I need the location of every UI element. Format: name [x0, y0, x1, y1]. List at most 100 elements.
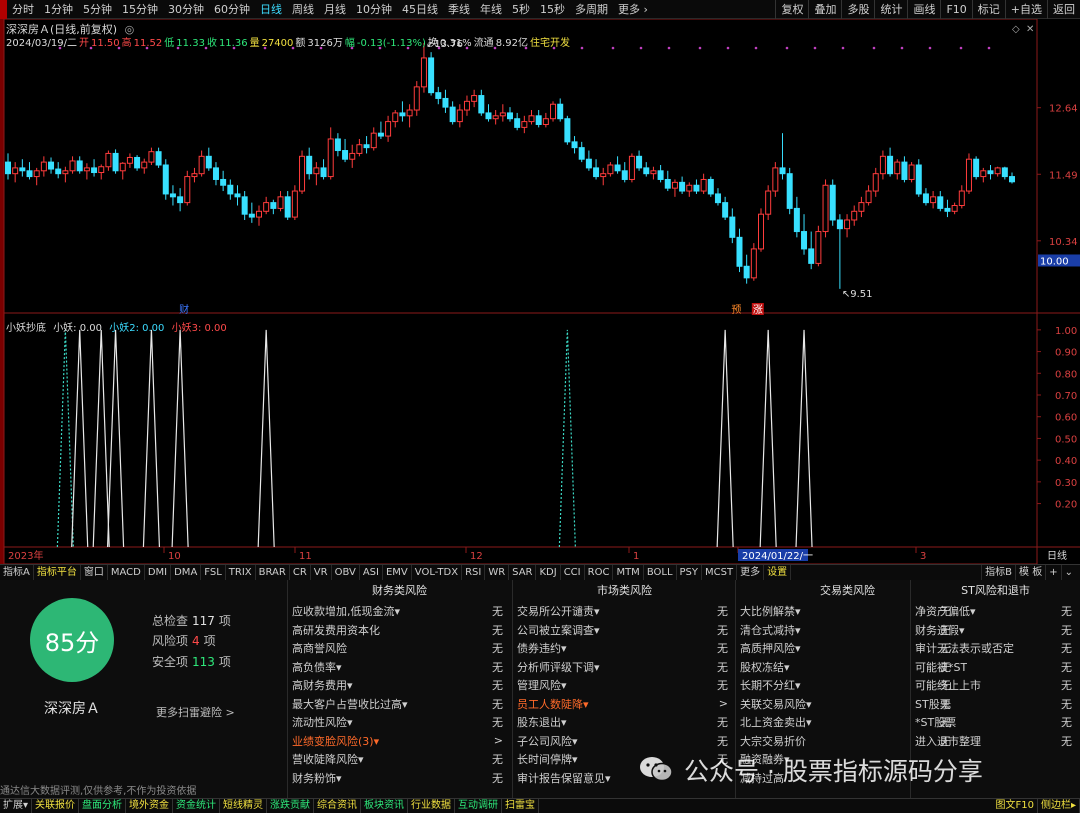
- more-risk-link[interactable]: 更多扫雷避险 >: [156, 704, 235, 720]
- indicator-tab[interactable]: CR: [290, 565, 311, 580]
- risk-row[interactable]: 管理风险▾ 无: [513, 676, 736, 695]
- indicator-tab[interactable]: OBV: [332, 565, 360, 580]
- status-bar-right-item[interactable]: 侧边栏▸: [1038, 799, 1080, 813]
- indicator-tab[interactable]: MCST: [702, 565, 738, 580]
- risk-row[interactable]: 可能被*ST 无: [911, 658, 1080, 677]
- indicator-tab[interactable]: 窗口: [81, 565, 108, 580]
- risk-row[interactable]: 员工人数陡降▾ >: [513, 695, 736, 714]
- indicator-tab[interactable]: ROC: [585, 565, 614, 580]
- risk-row[interactable]: 分析师评级下调▾ 无: [513, 658, 736, 677]
- indicator-tab[interactable]: MTM: [613, 565, 644, 580]
- status-bar-item[interactable]: 关联报价: [32, 799, 80, 813]
- risk-row[interactable]: 高商誉风险 无: [288, 639, 511, 658]
- timeframe-tab[interactable]: 周线: [287, 1, 319, 17]
- risk-row[interactable]: *ST股票 无: [911, 713, 1080, 732]
- status-bar-right-item[interactable]: 图文F10: [992, 799, 1038, 813]
- indicator-tab[interactable]: TRIX: [226, 565, 256, 580]
- risk-row[interactable]: 交易所公开谴责▾ 无: [513, 602, 736, 621]
- indicator-tab[interactable]: DMI: [145, 565, 172, 580]
- status-bar-item[interactable]: 盘面分析: [79, 799, 127, 813]
- timeframe-tab[interactable]: 15秒: [535, 1, 570, 17]
- timeframe-tab[interactable]: 分时: [7, 1, 39, 17]
- risk-row[interactable]: 公司被立案调查▾ 无: [513, 621, 736, 640]
- status-bar-item[interactable]: 扫雷宝: [502, 799, 540, 813]
- indicator-tab-control[interactable]: ⌄: [1060, 565, 1076, 580]
- chart-tool-button[interactable]: +自选: [1004, 0, 1047, 19]
- status-bar-item[interactable]: 互动调研: [455, 799, 503, 813]
- indicator-tab[interactable]: RSI: [462, 565, 486, 580]
- timeframe-tab[interactable]: 15分钟: [117, 1, 163, 17]
- indicator-tab[interactable]: PSY: [677, 565, 703, 580]
- timeframe-tab[interactable]: 1分钟: [39, 1, 78, 17]
- indicator-tab[interactable]: SAR: [509, 565, 537, 580]
- timeframe-tab[interactable]: 60分钟: [209, 1, 255, 17]
- chart-tool-button[interactable]: F10: [940, 0, 971, 19]
- risk-row[interactable]: 高研发费用资本化 无: [288, 621, 511, 640]
- timeframe-tab[interactable]: 多周期: [570, 1, 613, 17]
- risk-row[interactable]: 审计无法表示或否定 无: [911, 639, 1080, 658]
- status-bar-item[interactable]: 短线精灵: [220, 799, 268, 813]
- chart-tool-button[interactable]: 多股: [841, 0, 874, 19]
- chart-tool-button[interactable]: 返回: [1047, 0, 1080, 19]
- risk-row[interactable]: 高负债率▾ 无: [288, 658, 511, 677]
- risk-row[interactable]: 最大客户占营收比过高▾ 无: [288, 695, 511, 714]
- risk-row[interactable]: 进入退市整理 无: [911, 732, 1080, 751]
- indicator-tab[interactable]: 设置: [764, 565, 792, 580]
- timeframe-tab[interactable]: 月线: [319, 1, 351, 17]
- chart-tool-button[interactable]: 复权: [775, 0, 808, 19]
- risk-row[interactable]: 净资产偏低▾ 无: [911, 602, 1080, 621]
- indicator-tab[interactable]: FSL: [201, 565, 226, 580]
- chart-tool-button[interactable]: 统计: [874, 0, 907, 19]
- timeframe-tab[interactable]: 45日线: [397, 1, 443, 17]
- status-bar-item[interactable]: 行业数据: [408, 799, 456, 813]
- risk-row[interactable]: 债券违约▾ 无: [513, 639, 736, 658]
- indicator-tab[interactable]: CCI: [561, 565, 585, 580]
- status-bar-item[interactable]: 综合资讯: [314, 799, 362, 813]
- chart-tool-button[interactable]: 画线: [907, 0, 940, 19]
- risk-row[interactable]: 可能终止上市 无: [911, 676, 1080, 695]
- indicator-name[interactable]: 小妖抄底: [6, 323, 46, 334]
- risk-row[interactable]: 股东退出▾ 无: [513, 713, 736, 732]
- timeframe-tab[interactable]: 10分钟: [351, 1, 397, 17]
- risk-row[interactable]: 财务造假▾ 无: [911, 621, 1080, 640]
- indicator-tab[interactable]: 更多: [737, 565, 765, 580]
- timeframe-tab[interactable]: 5分钟: [78, 1, 117, 17]
- indicator-tab[interactable]: 指标A: [0, 565, 34, 580]
- indicator-tab[interactable]: WR: [485, 565, 510, 580]
- timeframe-tab[interactable]: 年线: [475, 1, 507, 17]
- risk-row[interactable]: 营收陡降风险▾ 无: [288, 750, 511, 769]
- kline-chart[interactable]: ◇ ✕12.6411.4910.3410.00↙13.76↖9.51财预涨1.00…: [0, 19, 1080, 564]
- timeframe-tab[interactable]: 5秒: [507, 1, 535, 17]
- indicator-tab[interactable]: DMA: [171, 565, 202, 580]
- indicator-tab-control[interactable]: 模 板: [1015, 565, 1045, 580]
- indicator-tab[interactable]: BOLL: [644, 565, 677, 580]
- status-bar-item[interactable]: 板块资讯: [361, 799, 409, 813]
- timeframe-tab[interactable]: 日线: [255, 1, 287, 17]
- risk-row[interactable]: 流动性风险▾ 无: [288, 713, 511, 732]
- indicator-tab[interactable]: KDJ: [536, 565, 561, 580]
- indicator-tab[interactable]: BRAR: [256, 565, 290, 580]
- risk-row[interactable]: 财务粉饰▾ 无: [288, 769, 511, 788]
- indicator-tab-control[interactable]: +: [1045, 565, 1060, 580]
- indicator-tab[interactable]: VR: [311, 565, 332, 580]
- timeframe-tab[interactable]: 30分钟: [163, 1, 209, 17]
- status-bar-item[interactable]: 扩展▾: [0, 799, 33, 813]
- indicator-tab[interactable]: 指标平台: [34, 565, 81, 580]
- status-bar-item[interactable]: 境外资金: [126, 799, 174, 813]
- indicator-tab[interactable]: EMV: [383, 565, 412, 580]
- risk-row[interactable]: 业绩变脸风险(3)▾ >: [288, 732, 511, 751]
- risk-row[interactable]: 高财务费用▾ 无: [288, 676, 511, 695]
- indicator-tab-control[interactable]: 指标B: [981, 565, 1015, 580]
- indicator-tab[interactable]: MACD: [108, 565, 145, 580]
- chart-tool-button[interactable]: 标记: [971, 0, 1005, 19]
- status-bar-item[interactable]: 涨跌贡献: [267, 799, 315, 813]
- chart-tool-button[interactable]: 叠加: [808, 0, 841, 19]
- risk-row[interactable]: ST股票 无: [911, 695, 1080, 714]
- indicator-tab[interactable]: ASI: [360, 565, 383, 580]
- status-bar-item[interactable]: 资金统计: [173, 799, 221, 813]
- risk-row[interactable]: 子公司风险▾ 无: [513, 732, 736, 751]
- timeframe-tab[interactable]: 更多 ›: [613, 1, 653, 17]
- indicator-tab[interactable]: VOL-TDX: [412, 565, 463, 580]
- timeframe-tab[interactable]: 季线: [443, 1, 475, 17]
- risk-row[interactable]: 应收款增加,低现金流▾ 无: [288, 602, 511, 621]
